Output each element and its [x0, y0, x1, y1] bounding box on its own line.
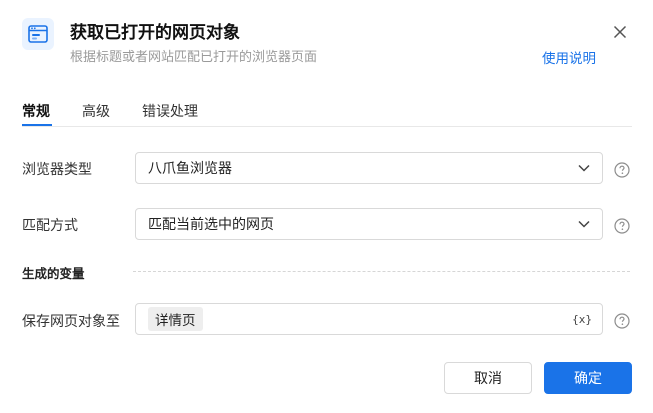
- confirm-button[interactable]: 确定: [544, 362, 632, 394]
- dialog-subtitle: 根据标题或者网站匹配已打开的浏览器页面: [70, 50, 318, 65]
- output-section-title: 生成的变量: [22, 266, 85, 281]
- save-to-variable-input[interactable]: 详情页 {x}: [135, 303, 603, 335]
- save-to-label: 保存网页对象至: [22, 314, 120, 330]
- help-circle-icon[interactable]: [614, 162, 630, 178]
- cancel-button[interactable]: 取消: [444, 362, 532, 394]
- match-mode-value: 匹配当前选中的网页: [148, 217, 274, 233]
- browser-type-select[interactable]: 八爪鱼浏览器: [135, 152, 603, 184]
- close-icon: [613, 25, 627, 39]
- close-button[interactable]: [609, 21, 631, 43]
- browser-type-label: 浏览器类型: [22, 162, 92, 178]
- browser-type-value: 八爪鱼浏览器: [148, 161, 232, 177]
- help-circle-icon[interactable]: [614, 313, 630, 329]
- tab-error-handling[interactable]: 错误处理: [142, 101, 198, 121]
- match-mode-label: 匹配方式: [22, 218, 78, 234]
- chevron-down-icon: [578, 220, 590, 228]
- section-divider: [133, 271, 630, 272]
- insert-variable-button[interactable]: {x}: [572, 313, 592, 326]
- tab-advanced[interactable]: 高级: [82, 101, 110, 121]
- tab-divider: [22, 126, 632, 127]
- help-circle-icon[interactable]: [614, 218, 630, 234]
- active-tab-indicator: [22, 124, 52, 126]
- chevron-down-icon: [578, 164, 590, 172]
- match-mode-select[interactable]: 匹配当前选中的网页: [135, 208, 603, 240]
- variable-tag[interactable]: 详情页: [148, 307, 203, 331]
- tab-general[interactable]: 常规: [22, 101, 50, 121]
- help-link[interactable]: 使用说明: [542, 47, 596, 67]
- dialog-title: 获取已打开的网页对象: [70, 23, 240, 43]
- browser-window-icon: [22, 18, 54, 50]
